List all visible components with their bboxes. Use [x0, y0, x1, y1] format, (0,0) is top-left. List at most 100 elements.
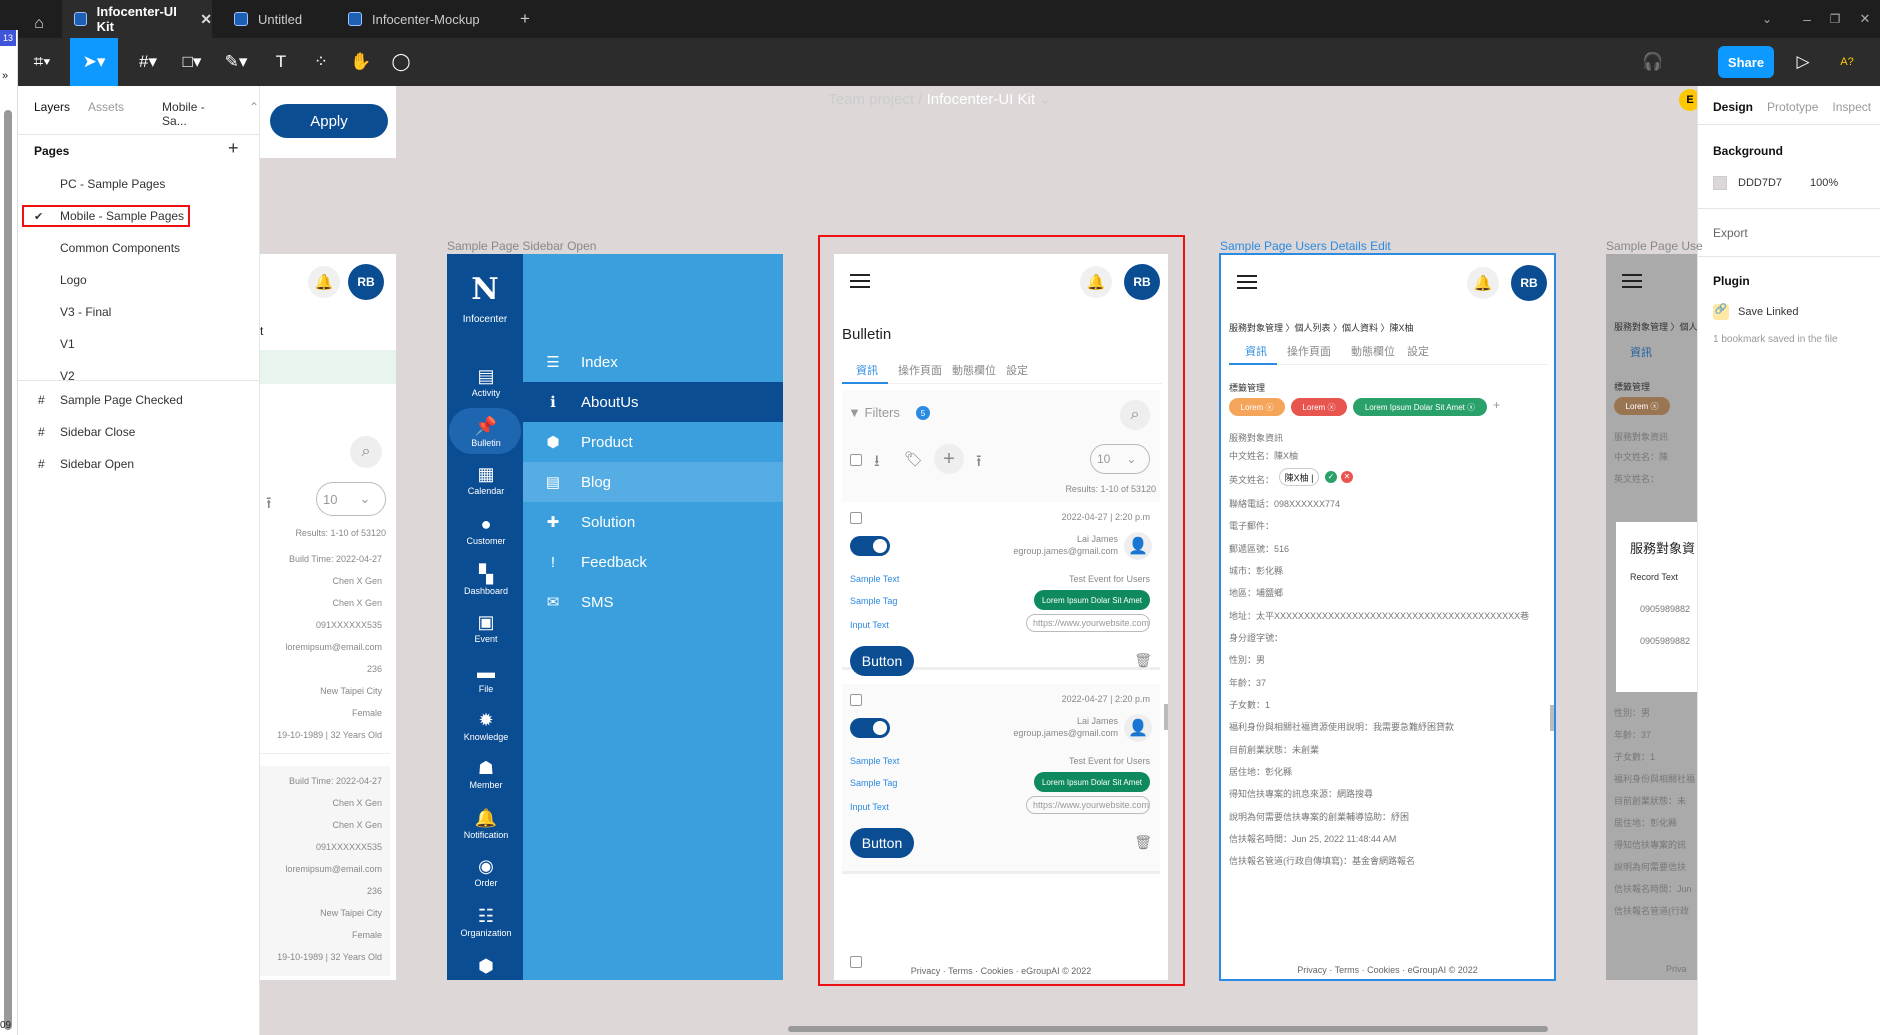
- minimize-icon[interactable]: –: [1792, 0, 1822, 38]
- page-item[interactable]: V1: [18, 328, 259, 360]
- export-heading[interactable]: Export: [1713, 226, 1748, 240]
- tab-infocenter-ui-kit[interactable]: Infocenter-UI Kit ✕: [62, 0, 212, 38]
- tag-chip[interactable]: Lorem Ipsum Dolar Sit Amet: [1033, 772, 1150, 792]
- page-size-select[interactable]: 10 ⌄: [1090, 444, 1150, 474]
- toggle-switch[interactable]: [850, 718, 890, 738]
- tag-chip[interactable]: Lorem Ipsum Dolar Sit Amet: [1033, 590, 1150, 610]
- tab-settings[interactable]: 設定: [1006, 362, 1028, 378]
- frame-item[interactable]: # Sample Page Checked: [18, 384, 259, 416]
- tab-prototype[interactable]: Prototype: [1767, 100, 1818, 114]
- tag-chip[interactable]: Lorem ⓧ: [1229, 398, 1285, 416]
- card-button[interactable]: Button: [850, 646, 914, 676]
- filters-button[interactable]: ▼ Filters: [848, 405, 900, 420]
- nav-box[interactable]: ⬢: [447, 956, 525, 978]
- menu-feedback[interactable]: ! Feedback: [523, 542, 783, 582]
- background-opacity[interactable]: 100%: [1810, 177, 1838, 189]
- add-tag-icon[interactable]: +: [1493, 398, 1500, 412]
- menu-sms[interactable]: ✉ SMS: [523, 582, 783, 622]
- hand-tool-icon[interactable]: ✋: [346, 38, 376, 86]
- tab-operations[interactable]: 操作頁面: [1287, 343, 1331, 359]
- page-item-selected[interactable]: ✔ Mobile - Sample Pages: [18, 200, 259, 232]
- share-button[interactable]: Share: [1718, 46, 1774, 78]
- cancel-icon[interactable]: ✕: [1341, 471, 1353, 483]
- search-icon[interactable]: ⌕: [1120, 400, 1150, 430]
- nav-dashboard[interactable]: ▚ Dashboard: [447, 564, 525, 596]
- confirm-icon[interactable]: ✓: [1325, 471, 1337, 483]
- upload-icon[interactable]: ⭱: [266, 492, 272, 519]
- scrollbar[interactable]: [4, 110, 12, 1030]
- tag-icon[interactable]: 🏷: [904, 450, 923, 468]
- menu-icon[interactable]: [1237, 275, 1257, 293]
- upload-icon[interactable]: ⭱: [976, 450, 982, 477]
- tab-layers[interactable]: Layers: [34, 100, 70, 128]
- shape-tool-icon[interactable]: □▾: [172, 38, 212, 86]
- add-tab-icon[interactable]: +: [510, 0, 540, 38]
- tab-design[interactable]: Design: [1713, 100, 1753, 114]
- url-input[interactable]: https://www.yourwebsite.com: [1026, 614, 1150, 632]
- close-icon[interactable]: ✕: [200, 11, 212, 28]
- nav-order[interactable]: ◉ Order: [447, 856, 525, 888]
- select-all-checkbox[interactable]: [850, 454, 862, 466]
- headphones-icon[interactable]: 🎧: [1638, 38, 1668, 86]
- tab-infocenter-mockup[interactable]: Infocenter-Mockup: [336, 0, 496, 38]
- apply-button[interactable]: Apply: [270, 104, 388, 138]
- nav-bulletin[interactable]: 📌 Bulletin: [447, 416, 525, 448]
- toggle-switch[interactable]: [850, 536, 890, 556]
- tab-dynamic-fields[interactable]: 動態欄位: [952, 362, 996, 378]
- menu-product[interactable]: ⬢ Product: [523, 422, 783, 462]
- nav-customer[interactable]: ● Customer: [447, 514, 525, 546]
- tab-settings[interactable]: 設定: [1407, 343, 1429, 359]
- plugin-item[interactable]: Save Linked: [1738, 306, 1799, 318]
- scrollbar[interactable]: [1164, 704, 1168, 730]
- present-icon[interactable]: ▷: [1788, 38, 1818, 86]
- tab-inspect[interactable]: Inspect: [1832, 100, 1871, 114]
- chevron-up-icon[interactable]: ⌃: [249, 100, 259, 128]
- nav-event[interactable]: ▣ Event: [447, 612, 525, 644]
- trash-icon[interactable]: 🗑: [1134, 652, 1152, 669]
- row-checkbox[interactable]: [850, 512, 862, 524]
- menu-blog[interactable]: ▤ Blog: [523, 462, 783, 502]
- row-checkbox[interactable]: [850, 694, 862, 706]
- frame-label[interactable]: Sample Page Use: [1606, 239, 1703, 253]
- tab-dynamic-fields[interactable]: 動態欄位: [1351, 343, 1395, 359]
- nav-organization[interactable]: ☷ Organization: [447, 906, 525, 938]
- page-item[interactable]: Logo: [18, 264, 259, 296]
- search-icon[interactable]: ⌕: [350, 436, 382, 468]
- bell-icon[interactable]: 🔔: [1467, 267, 1499, 299]
- page-item[interactable]: PC - Sample Pages: [18, 168, 259, 200]
- frame-label[interactable]: Sample Page Users Details Edit: [1220, 239, 1391, 253]
- text-tool-icon[interactable]: T: [266, 38, 296, 86]
- background-hex[interactable]: DDD7D7: [1738, 177, 1782, 189]
- move-tool-icon[interactable]: ➤▾: [70, 38, 118, 86]
- tag-chip[interactable]: Lorem Ipsum Dolar Sit Amet ⓧ: [1353, 398, 1487, 416]
- nav-file[interactable]: ▬ File: [447, 662, 525, 694]
- avatar[interactable]: RB: [348, 264, 384, 300]
- page-item[interactable]: Common Components: [18, 232, 259, 264]
- page-size-select[interactable]: 10 ⌄: [316, 482, 386, 516]
- nav-knowledge[interactable]: ✹ Knowledge: [447, 710, 525, 742]
- menu-icon[interactable]: [1622, 274, 1642, 292]
- tab-operations[interactable]: 操作頁面: [898, 362, 942, 378]
- chevron-down-icon[interactable]: ⌄: [1752, 0, 1782, 38]
- avatar[interactable]: RB: [1124, 264, 1160, 300]
- menu-icon[interactable]: [850, 274, 870, 292]
- card-button[interactable]: Button: [850, 828, 914, 858]
- add-page-icon[interactable]: +: [228, 138, 239, 159]
- menu-index[interactable]: ☰ Index: [523, 342, 783, 382]
- download-icon[interactable]: ⭳: [874, 450, 880, 477]
- canvas-scrollbar[interactable]: [788, 1026, 1548, 1032]
- page-select[interactable]: Mobile - Sa...: [162, 100, 231, 128]
- menu-solution[interactable]: ✚ Solution: [523, 502, 783, 542]
- expand-icon[interactable]: »: [2, 70, 8, 82]
- bell-icon[interactable]: 🔔: [308, 266, 340, 298]
- restore-icon[interactable]: ❐: [1820, 0, 1850, 38]
- url-input[interactable]: https://www.yourwebsite.com: [1026, 796, 1150, 814]
- add-icon[interactable]: +: [934, 444, 964, 474]
- trash-icon[interactable]: 🗑: [1134, 834, 1152, 851]
- breadcrumb[interactable]: 服務對象管理 〉個人列表 〉個人資料 〉陳X柚: [1229, 321, 1414, 334]
- page-item[interactable]: V3 - Final: [18, 296, 259, 328]
- close-window-icon[interactable]: ✕: [1850, 0, 1880, 38]
- background-swatch[interactable]: [1713, 176, 1727, 190]
- frame-label[interactable]: Sample Page Sidebar Open: [447, 239, 596, 253]
- comment-tool-icon[interactable]: ◯: [386, 38, 416, 86]
